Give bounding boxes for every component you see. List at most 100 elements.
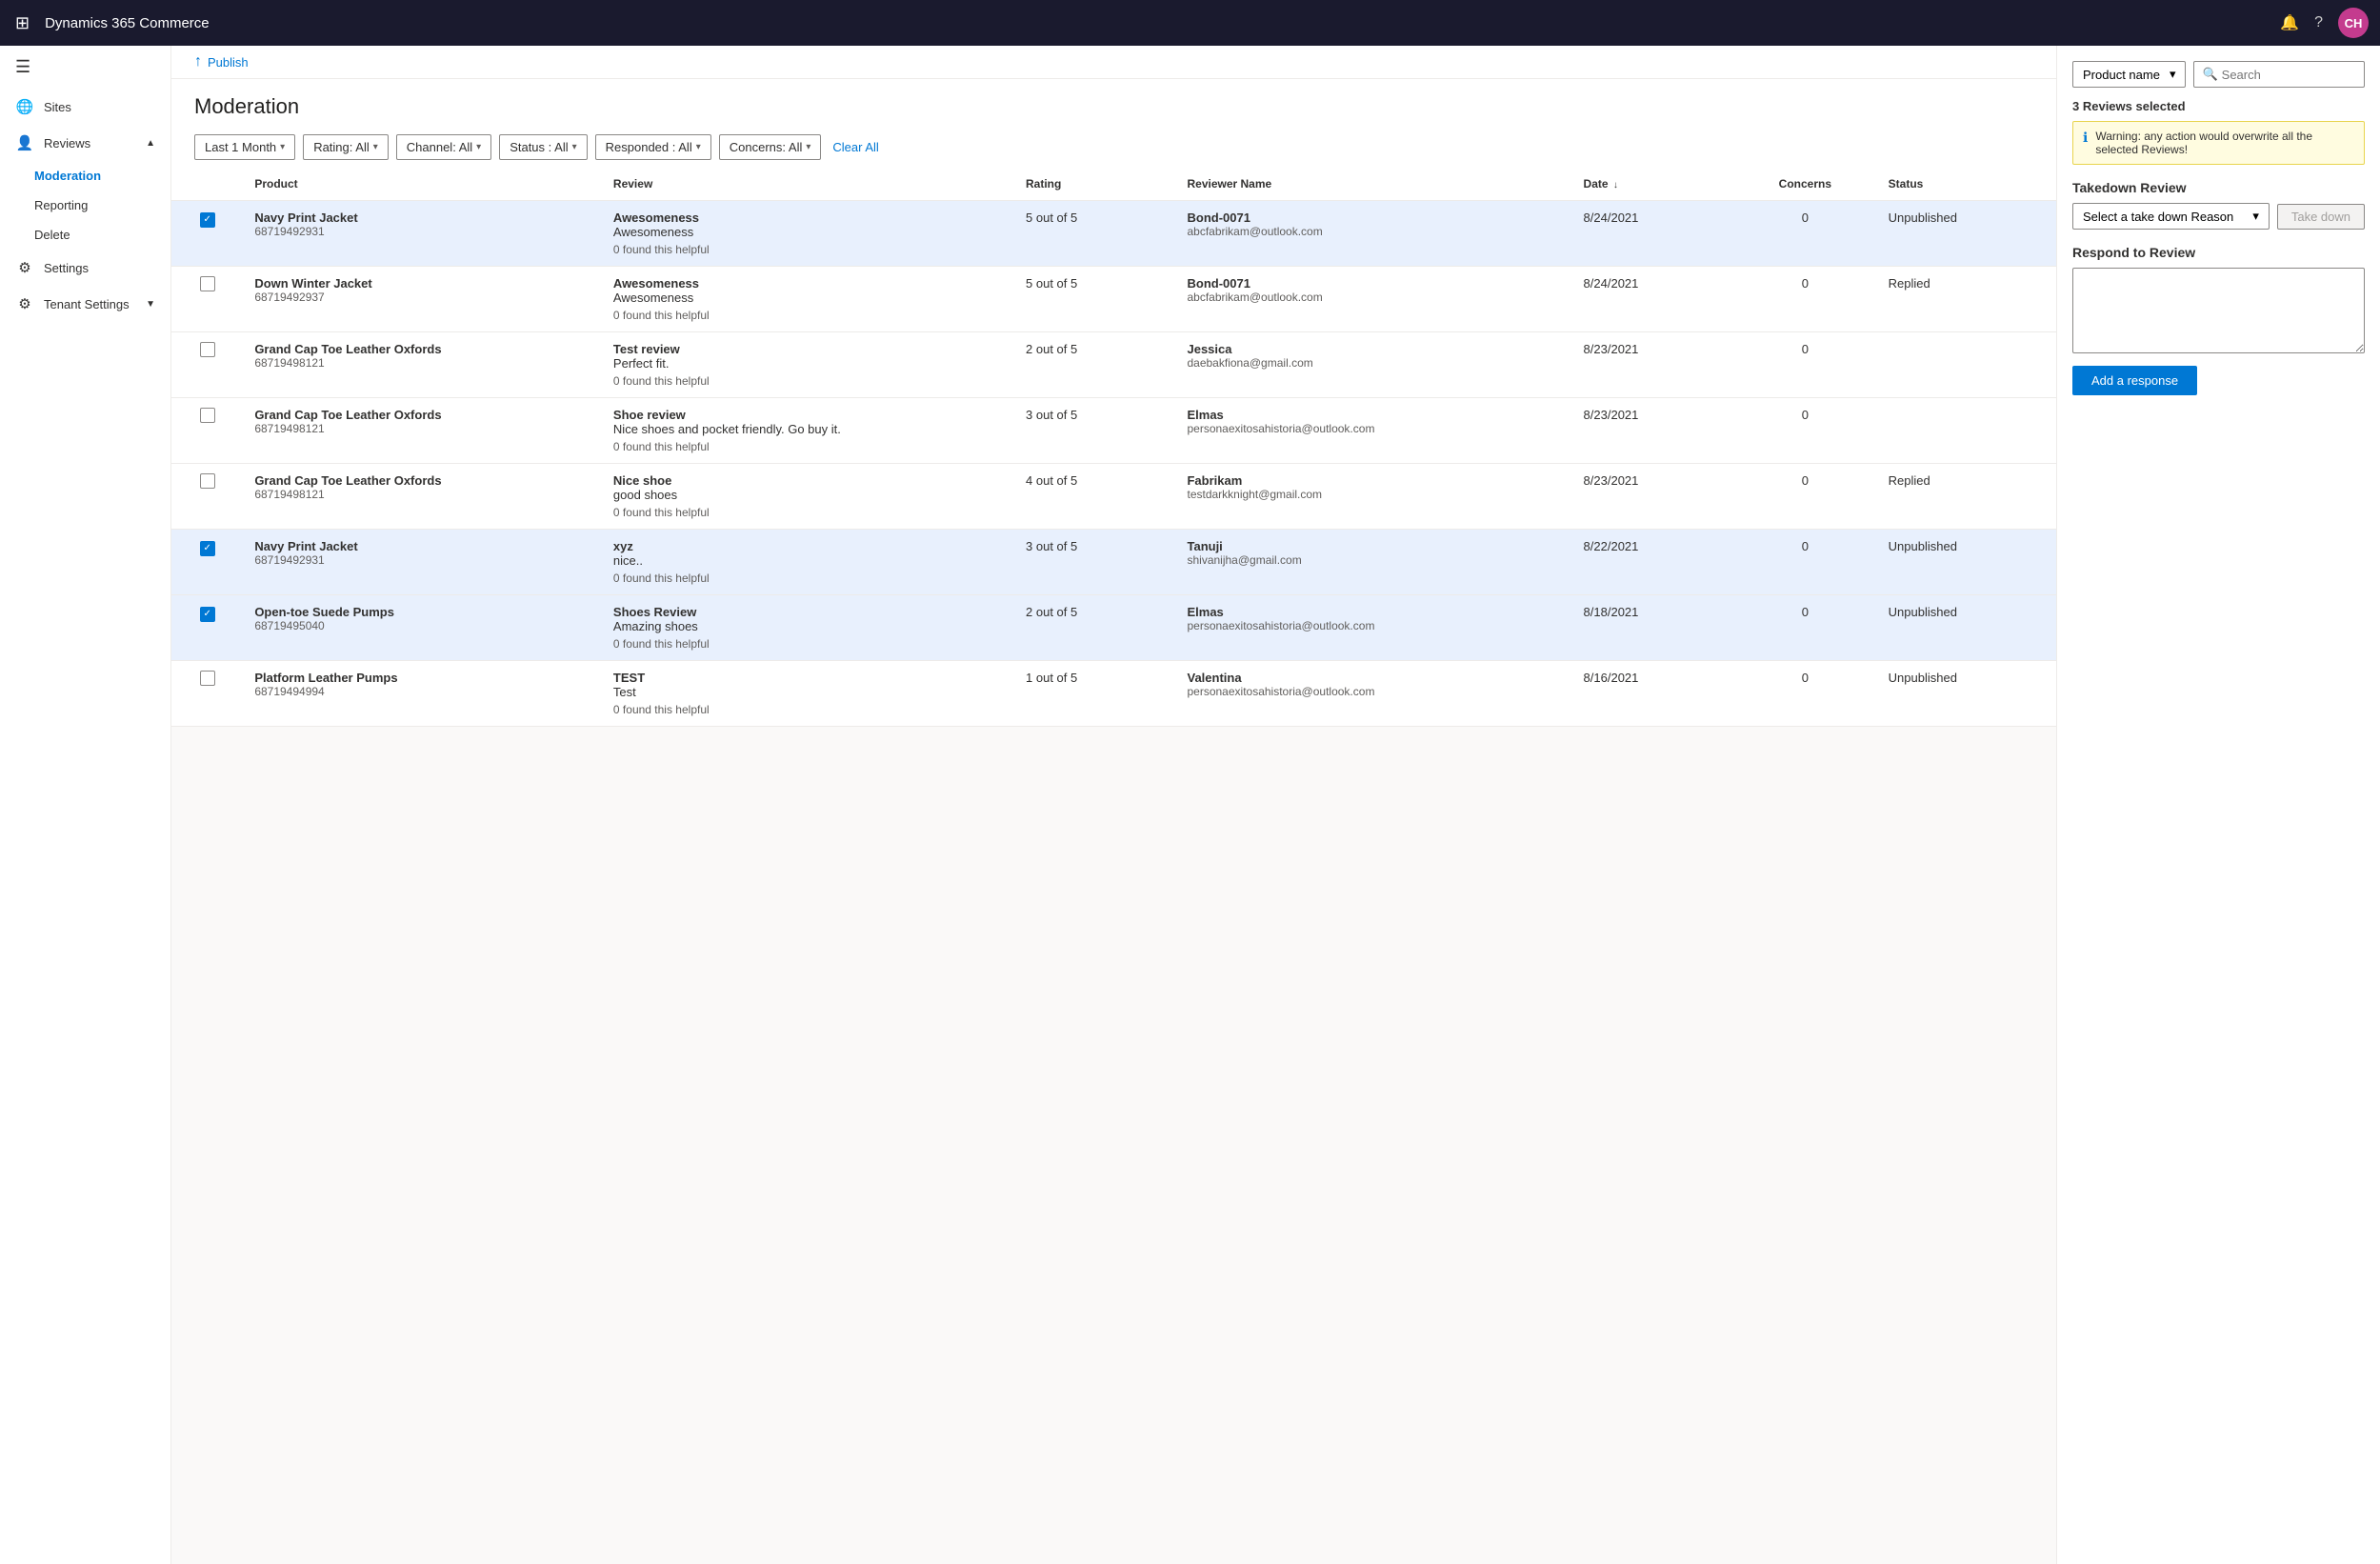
review-helpful: 0 found this helpful [613,703,1003,716]
row-checkbox[interactable]: ✓ [200,212,215,228]
row-product: Platform Leather Pumps 68719494994 [243,661,602,727]
reviewer-name: Valentina [1187,671,1560,685]
row-rating: 3 out of 5 [1014,530,1175,595]
product-id: 68719494994 [254,685,590,698]
product-id: 68719492937 [254,291,590,304]
info-icon: ℹ [2083,130,2088,156]
waffle-icon[interactable]: ⊞ [11,10,33,37]
table-header-row: Product Review Rating Reviewer Name Date… [171,168,2056,201]
row-checkbox[interactable]: ✓ [200,607,215,622]
responded-filter-label: Responded : All [606,140,692,154]
review-helpful: 0 found this helpful [613,571,1003,585]
selected-count: 3 Reviews selected [2072,99,2365,113]
notification-icon[interactable]: 🔔 [2280,13,2299,32]
row-product: Down Winter Jacket 68719492937 [243,267,602,332]
respond-textarea[interactable] [2072,268,2365,353]
sidebar-label-reviews: Reviews [44,136,90,150]
responded-filter[interactable]: Responded : All ▾ [595,134,711,160]
row-reviewer: Jessica daebakfiona@gmail.com [1175,332,1571,398]
col-header-checkbox [171,168,243,201]
reviews-table: Product Review Rating Reviewer Name Date… [171,168,2056,727]
user-avatar[interactable]: CH [2338,8,2369,38]
rating-filter[interactable]: Rating: All ▾ [303,134,389,160]
channel-filter[interactable]: Channel: All ▾ [396,134,491,160]
sidebar-item-sites[interactable]: 🌐 Sites [0,89,170,125]
sidebar-item-settings[interactable]: ⚙ Settings [0,250,170,286]
product-id: 68719492931 [254,553,590,567]
table-row: ✓ Navy Print Jacket 68719492931 Awesomen… [171,201,2056,267]
clear-all-button[interactable]: Clear All [832,140,878,154]
row-checkbox-cell [171,267,243,332]
row-product: Open-toe Suede Pumps 68719495040 [243,595,602,661]
reviewer-email: abcfabrikam@outlook.com [1187,225,1560,238]
reviewer-name: Elmas [1187,408,1560,422]
row-concerns: 0 [1733,398,1877,464]
table-body: ✓ Navy Print Jacket 68719492931 Awesomen… [171,201,2056,727]
sidebar: ☰ 🌐 Sites 👤 Reviews ▲ Moderation Reporti… [0,46,171,1564]
review-title: Test review [613,342,1003,356]
date-filter-label: Last 1 Month [205,140,276,154]
row-product: Grand Cap Toe Leather Oxfords 6871949812… [243,464,602,530]
row-checkbox-cell [171,398,243,464]
row-date: 8/24/2021 [1572,201,1733,267]
row-checkbox[interactable] [200,276,215,291]
row-rating: 1 out of 5 [1014,661,1175,727]
reviewer-email: daebakfiona@gmail.com [1187,356,1560,370]
reviewer-email: testdarkknight@gmail.com [1187,488,1560,501]
status-filter[interactable]: Status : All ▾ [499,134,587,160]
sidebar-item-moderation[interactable]: Moderation [0,161,170,190]
sidebar-item-delete[interactable]: Delete [0,220,170,250]
reviewer-email: personaexitosahistoria@outlook.com [1187,619,1560,632]
row-checkbox[interactable] [200,671,215,686]
search-input[interactable] [2222,68,2356,82]
row-checkbox-cell: ✓ [171,530,243,595]
col-header-date[interactable]: Date ↓ [1572,168,1733,201]
row-review: Awesomeness Awesomeness 0 found this hel… [602,201,1014,267]
table-row: Down Winter Jacket 68719492937 Awesomene… [171,267,2056,332]
publish-button[interactable]: Publish [208,55,249,70]
row-status: Unpublished [1877,661,2056,727]
row-status [1877,332,2056,398]
table-row: Grand Cap Toe Leather Oxfords 6871949812… [171,464,2056,530]
reviewer-email: personaexitosahistoria@outlook.com [1187,685,1560,698]
row-checkbox[interactable] [200,342,215,357]
reviews-table-container: Product Review Rating Reviewer Name Date… [171,168,2056,1564]
row-product: Navy Print Jacket 68719492931 [243,201,602,267]
row-review: Test review Perfect fit. 0 found this he… [602,332,1014,398]
takedown-reason-dropdown[interactable]: Select a take down Reason ▾ [2072,203,2270,230]
date-filter-chevron: ▾ [280,142,285,152]
add-response-button[interactable]: Add a response [2072,366,2197,395]
row-rating: 4 out of 5 [1014,464,1175,530]
row-date: 8/23/2021 [1572,332,1733,398]
row-checkbox[interactable]: ✓ [200,541,215,556]
row-concerns: 0 [1733,201,1877,267]
row-checkbox[interactable] [200,408,215,423]
concerns-filter[interactable]: Concerns: All ▾ [719,134,822,160]
row-rating: 5 out of 5 [1014,201,1175,267]
review-title: Awesomeness [613,276,1003,291]
review-body: Test [613,685,1003,699]
row-checkbox[interactable] [200,473,215,489]
date-filter[interactable]: Last 1 Month ▾ [194,134,295,160]
takedown-button[interactable]: Take down [2277,204,2365,230]
warning-banner: ℹ Warning: any action would overwrite al… [2072,121,2365,165]
product-id: 68719492931 [254,225,590,238]
row-reviewer: Tanuji shivanijha@gmail.com [1175,530,1571,595]
row-status: Unpublished [1877,530,2056,595]
channel-filter-chevron: ▾ [476,142,481,152]
row-concerns: 0 [1733,595,1877,661]
table-row: Platform Leather Pumps 68719494994 TEST … [171,661,2056,727]
review-body: Amazing shoes [613,619,1003,633]
product-name: Platform Leather Pumps [254,671,590,685]
row-concerns: 0 [1733,464,1877,530]
row-reviewer: Bond-0071 abcfabrikam@outlook.com [1175,267,1571,332]
sidebar-item-reviews[interactable]: 👤 Reviews ▲ [0,125,170,161]
row-concerns: 0 [1733,530,1877,595]
sidebar-item-reporting[interactable]: Reporting [0,190,170,220]
help-icon[interactable]: ? [2314,14,2323,31]
product-name-dropdown[interactable]: Product name ▾ [2072,61,2186,88]
sidebar-hamburger-icon[interactable]: ☰ [0,46,170,89]
sidebar-item-tenant-settings[interactable]: ⚙ Tenant Settings ▼ [0,286,170,322]
row-date: 8/23/2021 [1572,398,1733,464]
product-name: Grand Cap Toe Leather Oxfords [254,473,590,488]
